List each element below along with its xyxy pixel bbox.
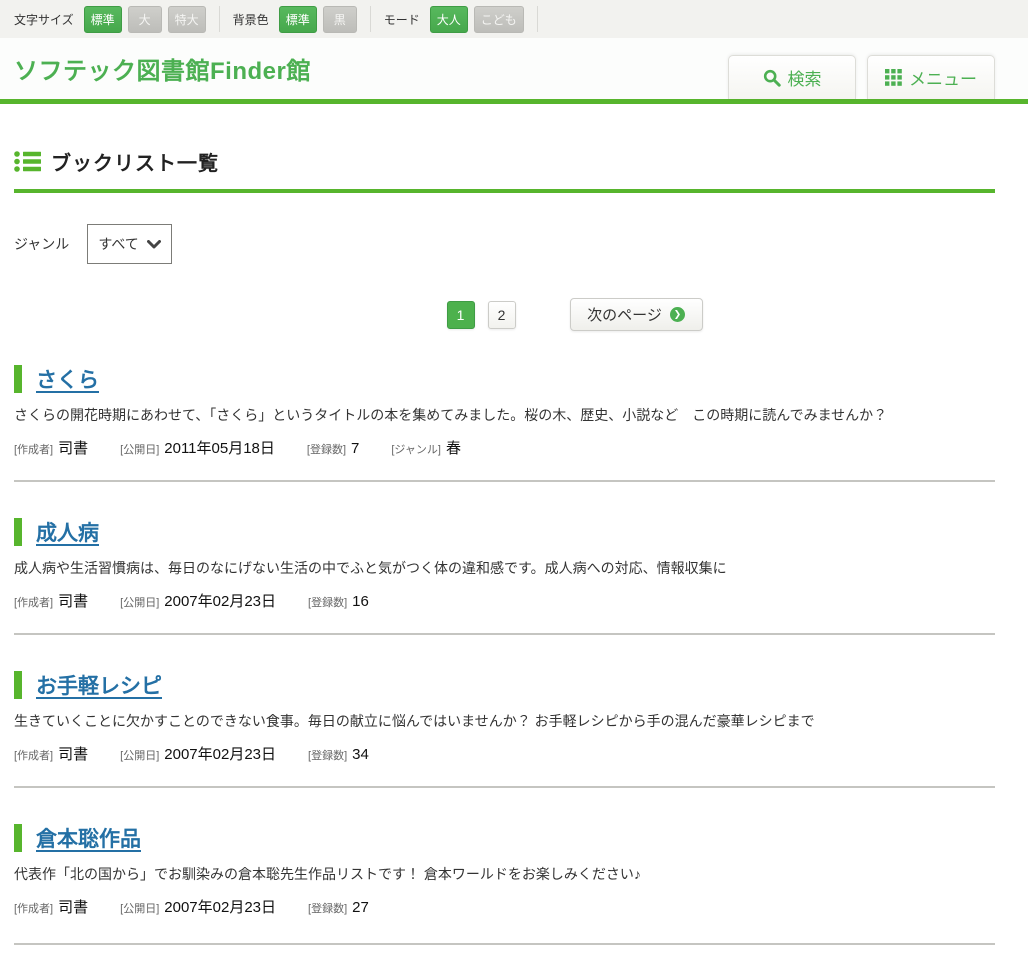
separator: [14, 943, 995, 945]
page-title: ブックリスト一覧: [51, 147, 219, 176]
menu-button[interactable]: メニュー: [867, 55, 995, 99]
bg-color-standard-button[interactable]: 標準: [279, 6, 317, 33]
site-title[interactable]: ソフテック図書館Finder館: [14, 51, 311, 86]
mode-kids-button[interactable]: こども: [474, 6, 524, 33]
next-page-label: 次のページ: [587, 304, 662, 325]
booklist-description: さくらの開花時期にあわせて、「さくら」というタイトルの本を集めてみました。桜の木…: [14, 406, 995, 425]
bg-color-group: 背景色 標準 黒: [233, 6, 357, 33]
next-page-button[interactable]: 次のページ ❯: [570, 298, 703, 331]
meta-genre: [ジャンル] 春: [391, 437, 461, 458]
page-1-button[interactable]: 1: [447, 301, 475, 329]
booklist-title-row: 倉本聡作品: [14, 824, 995, 852]
booklist-item: 成人病 成人病や生活習慣病は、毎日のなにげない生活の中でふと気がつく体の違和感で…: [14, 518, 995, 611]
booklist-title-row: さくら: [14, 365, 995, 393]
header-buttons: 検索 メニュー: [728, 55, 995, 99]
mode-label: モード: [384, 11, 420, 28]
bg-color-black-button[interactable]: 黒: [323, 6, 357, 33]
booklist-title-row: 成人病: [14, 518, 995, 546]
mode-group: モード 大人 こども: [384, 6, 524, 33]
green-bar: [14, 824, 22, 852]
meta-author: [作成者] 司書: [14, 590, 88, 611]
meta-published: [公開日] 2007年02月23日: [120, 896, 276, 917]
meta-published: [公開日] 2007年02月23日: [120, 743, 276, 764]
booklist-meta: [作成者] 司書 [公開日] 2007年02月23日 [登録数] 27: [14, 896, 995, 917]
mode-adult-button[interactable]: 大人: [430, 6, 468, 33]
search-icon: [763, 69, 781, 87]
meta-published: [公開日] 2011年05月18日: [120, 437, 275, 458]
genre-label: ジャンル: [14, 234, 69, 254]
meta-count: [登録数] 27: [308, 899, 369, 916]
booklist-icon: [14, 150, 41, 173]
genre-selected-value: すべて: [98, 234, 138, 254]
meta-author: [作成者] 司書: [14, 437, 88, 458]
green-bar: [14, 365, 22, 393]
page-2-button[interactable]: 2: [488, 301, 516, 329]
separator: [14, 786, 995, 788]
booklist-meta: [作成者] 司書 [公開日] 2007年02月23日 [登録数] 16: [14, 590, 995, 611]
font-size-standard-button[interactable]: 標準: [84, 6, 122, 33]
booklist-item: さくら さくらの開花時期にあわせて、「さくら」というタイトルの本を集めてみました…: [14, 365, 995, 458]
meta-count: [登録数] 16: [308, 593, 369, 610]
chevron-down-icon: [147, 240, 161, 249]
meta-count: [登録数] 7: [307, 440, 359, 457]
toolbar-divider: [219, 6, 220, 32]
booklist-link[interactable]: 成人病: [36, 517, 99, 547]
meta-count: [登録数] 34: [308, 746, 369, 763]
booklist-description: 代表作「北の国から」でお馴染みの倉本聡先生作品リストです！ 倉本ワールドをお楽し…: [14, 865, 995, 884]
separator: [14, 480, 995, 482]
font-size-group: 文字サイズ 標準 大 特大: [14, 6, 206, 33]
booklist-description: 成人病や生活習慣病は、毎日のなにげない生活の中でふと気がつく体の違和感です。成人…: [14, 559, 995, 578]
menu-grid-icon: [885, 69, 902, 86]
separator: [14, 633, 995, 635]
meta-author: [作成者] 司書: [14, 896, 88, 917]
green-bar: [14, 671, 22, 699]
font-size-large-button[interactable]: 大: [128, 6, 162, 33]
main-content: ブックリスト一覧 ジャンル すべて 1 2 次のページ ❯ さくら さくらの開花…: [14, 147, 995, 945]
page-title-block: ブックリスト一覧: [14, 147, 995, 193]
menu-button-label: メニュー: [909, 65, 977, 90]
booklist-link[interactable]: さくら: [36, 364, 99, 394]
search-button-label: 検索: [788, 65, 822, 90]
booklist-meta: [作成者] 司書 [公開日] 2007年02月23日 [登録数] 34: [14, 743, 995, 764]
genre-select[interactable]: すべて: [87, 224, 171, 264]
booklist-link[interactable]: お手軽レシピ: [36, 670, 162, 700]
booklist-item: 倉本聡作品 代表作「北の国から」でお馴染みの倉本聡先生作品リストです！ 倉本ワー…: [14, 824, 995, 917]
booklist-title-row: お手軽レシピ: [14, 671, 995, 699]
booklist-description: 生きていくことに欠かすことのできない食事。毎日の献立に悩んではいませんか？ お手…: [14, 712, 995, 731]
toolbar-divider: [370, 6, 371, 32]
accessibility-toolbar: 文字サイズ 標準 大 特大 背景色 標準 黒 モード 大人 こども: [0, 0, 1028, 38]
font-size-label: 文字サイズ: [14, 11, 74, 28]
pagination: 1 2 次のページ ❯: [84, 298, 1028, 331]
booklist-item: お手軽レシピ 生きていくことに欠かすことのできない食事。毎日の献立に悩んではいま…: [14, 671, 995, 764]
meta-author: [作成者] 司書: [14, 743, 88, 764]
search-button[interactable]: 検索: [728, 55, 856, 99]
genre-filter-row: ジャンル すべて: [14, 224, 995, 264]
green-bar: [14, 518, 22, 546]
booklist-link[interactable]: 倉本聡作品: [36, 823, 141, 853]
arrow-right-icon: ❯: [670, 307, 685, 322]
toolbar-divider: [537, 6, 538, 32]
font-size-xlarge-button[interactable]: 特大: [168, 6, 206, 33]
booklist-meta: [作成者] 司書 [公開日] 2011年05月18日 [登録数] 7 [ジャンル…: [14, 437, 995, 458]
site-header: ソフテック図書館Finder館 検索 メニュー: [0, 38, 1028, 104]
meta-published: [公開日] 2007年02月23日: [120, 590, 276, 611]
bg-color-label: 背景色: [233, 11, 269, 28]
